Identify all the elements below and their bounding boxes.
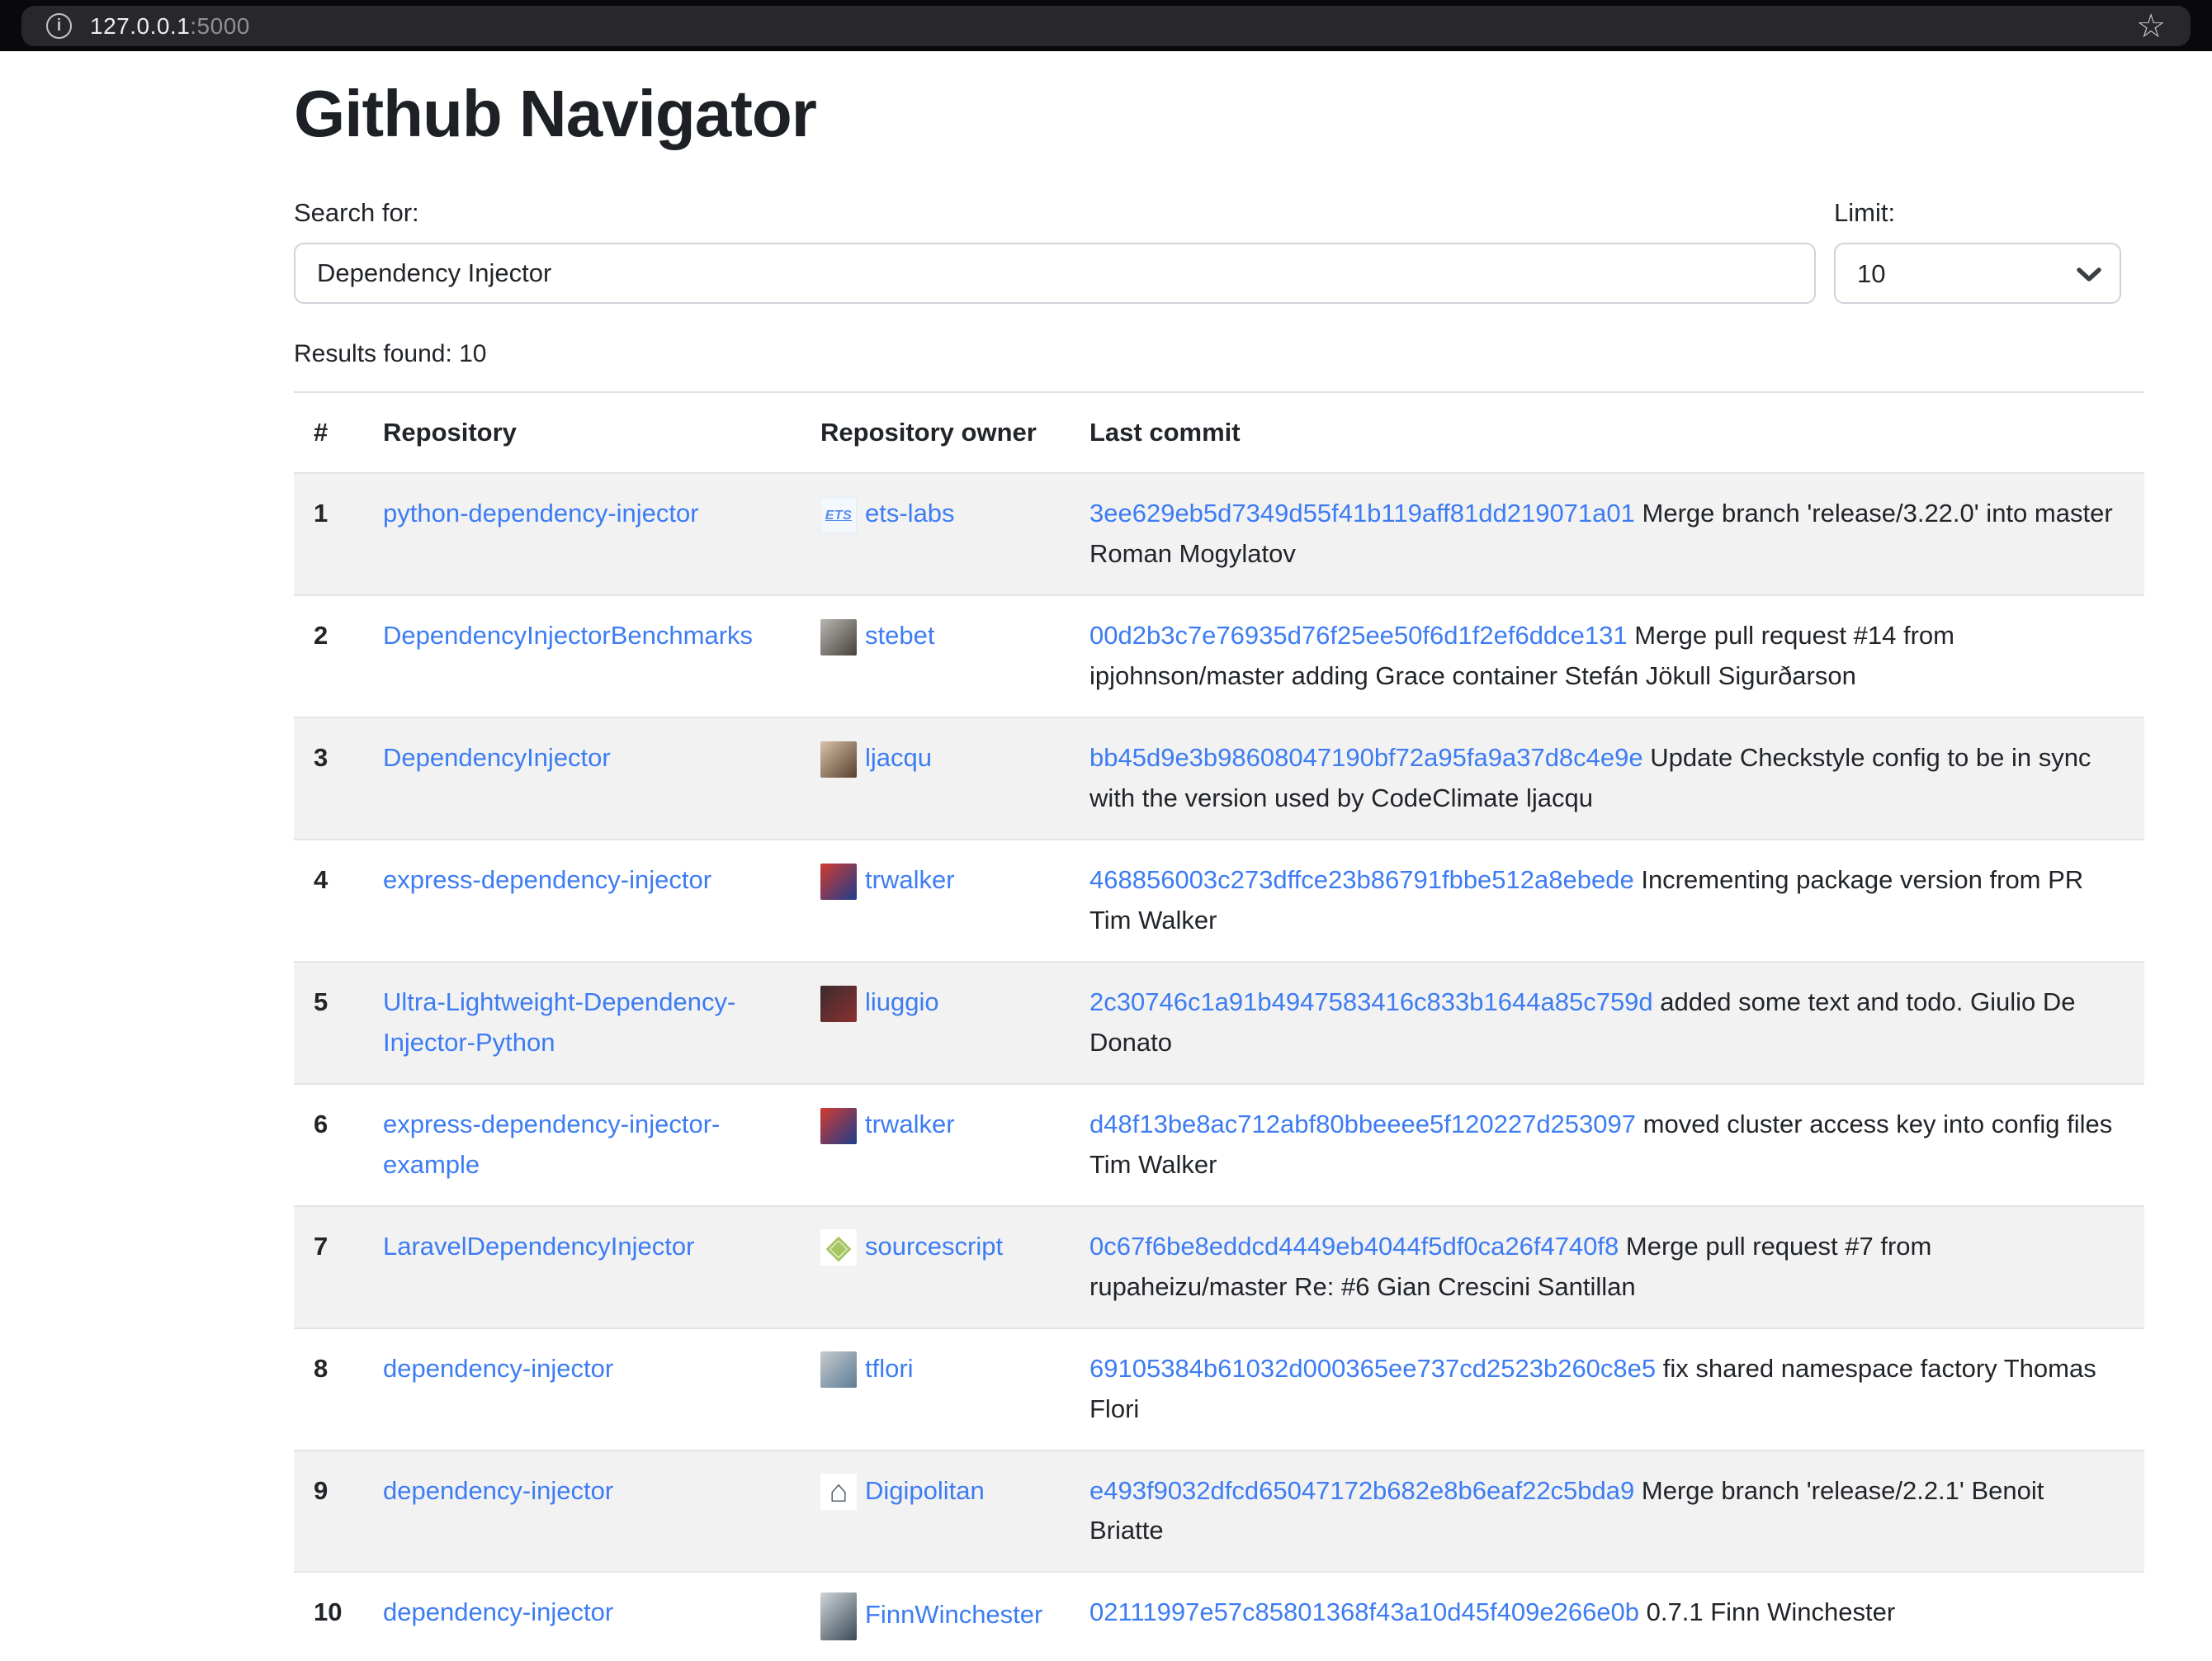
table-header-row: #RepositoryRepository ownerLast commit [294, 392, 2144, 473]
owner-avatar [820, 1351, 857, 1388]
repository-link[interactable]: LaravelDependencyInjector [383, 1232, 694, 1261]
row-number: 5 [294, 962, 363, 1084]
table-row: 8 dependency-injector tflori 69105384b61… [294, 1328, 2144, 1450]
owner-link[interactable]: ljacqu [865, 743, 932, 772]
row-number: 2 [294, 595, 363, 717]
browser-topbar: i 127.0.0.1:5000 ☆ [0, 0, 2212, 51]
row-number: 1 [294, 473, 363, 595]
owner-avatar [820, 986, 857, 1022]
results-table: #RepositoryRepository ownerLast commit 1… [294, 391, 2144, 1660]
table-row: 10 dependency-injector FinnWinchester 02… [294, 1572, 2144, 1660]
commit-hash-link[interactable]: bb45d9e3b98608047190bf72a95fa9a37d8c4e9e [1089, 743, 1643, 772]
repository-link[interactable]: Ultra-Lightweight-Dependency-Injector-Py… [383, 987, 735, 1057]
commit-hash-link[interactable]: 0c67f6be8eddcd4449eb4044f5df0ca26f4740f8 [1089, 1232, 1619, 1261]
owner-link[interactable]: trwalker [865, 1110, 955, 1138]
commit-hash-link[interactable]: 69105384b61032d000365ee737cd2523b260c8e5 [1089, 1354, 1656, 1383]
limit-label: Limit: [1834, 198, 2121, 228]
owner-avatar: ⌂ [820, 1474, 857, 1510]
column-header: Repository [363, 392, 801, 473]
row-number: 8 [294, 1328, 363, 1450]
owner-link[interactable]: sourcescript [865, 1232, 1003, 1261]
page-title: Github Navigator [294, 74, 2144, 154]
owner-avatar [820, 619, 857, 655]
table-row: 2 DependencyInjectorBenchmarks stebet 00… [294, 595, 2144, 717]
row-number: 3 [294, 717, 363, 840]
commit-hash-link[interactable]: 468856003c273dffce23b86791fbbe512a8ebede [1089, 865, 1634, 894]
table-row: 5 Ultra-Lightweight-Dependency-Injector-… [294, 962, 2144, 1084]
results-table-body: 1 python-dependency-injector ETS ets-labs… [294, 473, 2144, 1660]
owner-link[interactable]: Digipolitan [865, 1476, 985, 1505]
repository-link[interactable]: express-dependency-injector-example [383, 1110, 720, 1179]
url-port: :5000 [190, 13, 250, 39]
main-content: Github Navigator Search for: Limit: 10 R… [294, 74, 2144, 1660]
table-row: 6 express-dependency-injector-example tr… [294, 1084, 2144, 1206]
commit-message: 0.7.1 Finn Winchester [1639, 1597, 1895, 1626]
search-label: Search for: [294, 198, 1816, 228]
url-bar[interactable]: i 127.0.0.1:5000 ☆ [21, 6, 2191, 46]
commit-hash-link[interactable]: d48f13be8ac712abf80bbeeee5f120227d253097 [1089, 1110, 1636, 1138]
column-header: Repository owner [801, 392, 1070, 473]
repository-link[interactable]: dependency-injector [383, 1597, 613, 1626]
row-number: 7 [294, 1206, 363, 1328]
limit-field-group: Limit: 10 [1834, 198, 2121, 304]
owner-avatar [820, 1592, 857, 1640]
repository-link[interactable]: DependencyInjector [383, 743, 611, 772]
owner-link[interactable]: liuggio [865, 987, 939, 1016]
search-input[interactable] [294, 243, 1816, 304]
site-info-icon[interactable]: i [46, 13, 72, 39]
owner-link[interactable]: ets-labs [865, 499, 955, 528]
table-row: 9 dependency-injector ⌂ Digipolitan e493f… [294, 1450, 2144, 1573]
row-number: 10 [294, 1572, 363, 1660]
owner-avatar [820, 864, 857, 900]
repository-link[interactable]: dependency-injector [383, 1476, 613, 1505]
owner-avatar [820, 741, 857, 778]
table-row: 1 python-dependency-injector ETS ets-labs… [294, 473, 2144, 595]
owner-avatar: ETS [820, 497, 857, 533]
repository-link[interactable]: python-dependency-injector [383, 499, 699, 528]
commit-hash-link[interactable]: 2c30746c1a91b4947583416c833b1644a85c759d [1089, 987, 1653, 1016]
column-header: # [294, 392, 363, 473]
repository-link[interactable]: express-dependency-injector [383, 865, 711, 894]
search-form: Search for: Limit: 10 [294, 198, 2144, 304]
commit-hash-link[interactable]: 3ee629eb5d7349d55f41b119aff81dd219071a01 [1089, 499, 1635, 528]
repository-link[interactable]: dependency-injector [383, 1354, 613, 1383]
row-number: 4 [294, 840, 363, 962]
table-row: 7 LaravelDependencyInjector ◈ sourcescrip… [294, 1206, 2144, 1328]
table-row: 3 DependencyInjector ljacqu bb45d9e3b986… [294, 717, 2144, 840]
table-row: 4 express-dependency-injector trwalker 4… [294, 840, 2144, 962]
owner-link[interactable]: stebet [865, 621, 934, 650]
commit-hash-link[interactable]: e493f9032dfcd65047172b682e8b6eaf22c5bda9 [1089, 1476, 1634, 1505]
bookmark-star-icon[interactable]: ☆ [2136, 10, 2166, 43]
search-field-group: Search for: [294, 198, 1816, 304]
row-number: 9 [294, 1450, 363, 1573]
row-number: 6 [294, 1084, 363, 1206]
owner-avatar [820, 1108, 857, 1144]
owner-link[interactable]: FinnWinchester [865, 1601, 1042, 1630]
owner-link[interactable]: trwalker [865, 865, 955, 894]
results-summary: Results found: 10 [294, 340, 2144, 368]
owner-avatar: ◈ [820, 1229, 857, 1266]
commit-hash-link[interactable]: 02111997e57c85801368f43a10d45f409e266e0b [1089, 1597, 1639, 1626]
limit-select[interactable]: 10 [1834, 243, 2121, 304]
owner-link[interactable]: tflori [865, 1354, 914, 1383]
repository-link[interactable]: DependencyInjectorBenchmarks [383, 621, 753, 650]
url-host: 127.0.0.1 [90, 13, 190, 39]
column-header: Last commit [1070, 392, 2144, 473]
commit-hash-link[interactable]: 00d2b3c7e76935d76f25ee50f6d1f2ef6ddce131 [1089, 621, 1628, 650]
url-text: 127.0.0.1:5000 [90, 13, 250, 40]
